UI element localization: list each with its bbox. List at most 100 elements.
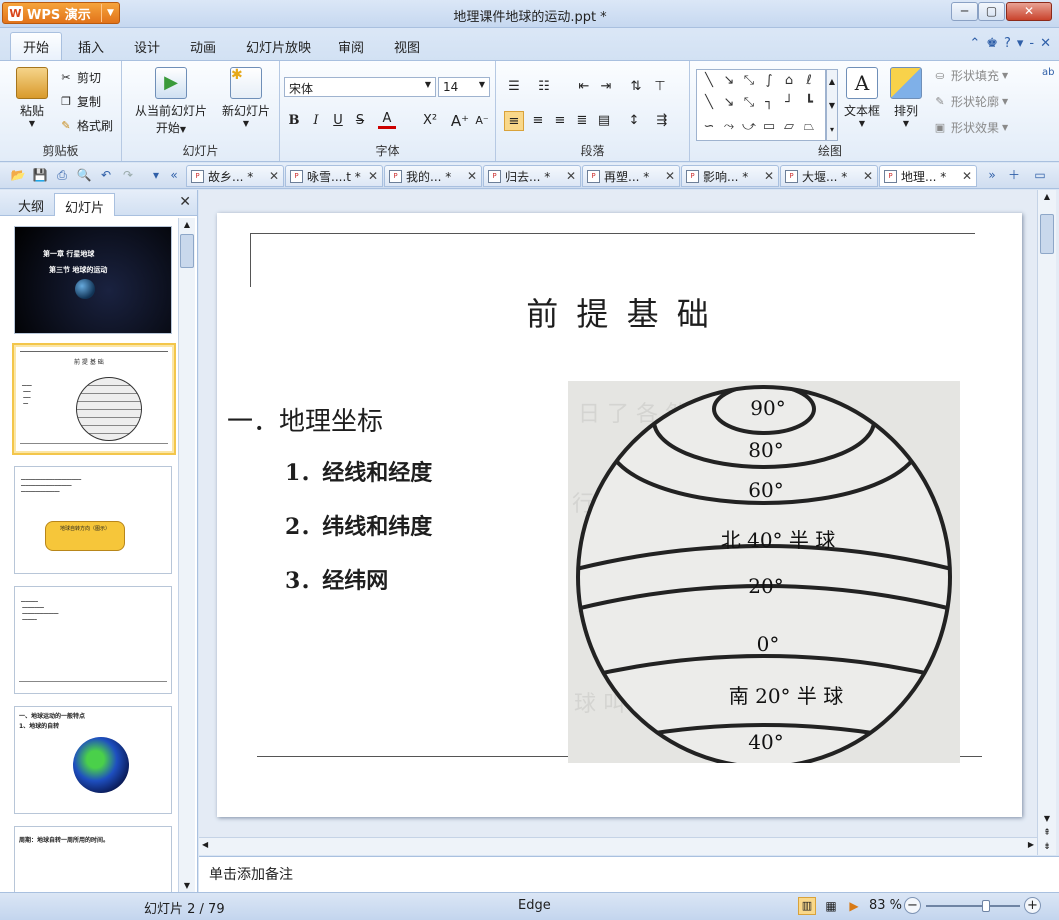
tab-design[interactable]: 设计: [130, 37, 164, 56]
close-tab-icon[interactable]: ✕: [863, 169, 873, 183]
gallery-scroll[interactable]: ▲ ▼ ▾: [826, 69, 838, 141]
align-text-button[interactable]: ⊤: [650, 77, 670, 97]
slide-thumbnail-6[interactable]: 周期：地球自转一周所用的时间。: [14, 826, 172, 892]
bullets-button[interactable]: ☰: [504, 77, 524, 97]
scroll-tabs-right-icon[interactable]: »: [984, 167, 1000, 183]
panel-scrollbar[interactable]: ▲ ▼: [178, 218, 195, 892]
maximize-button[interactable]: ▢: [978, 2, 1005, 21]
new-tab-icon[interactable]: ＋: [1006, 167, 1022, 183]
connector-double-shape-icon[interactable]: ⤡: [741, 96, 757, 110]
next-slide-icon[interactable]: ⇟: [1040, 842, 1054, 852]
scroll-right-icon[interactable]: ▶: [1028, 840, 1034, 849]
paste-button[interactable]: 粘贴 ▼: [12, 67, 52, 128]
close-window-button[interactable]: ✕: [1006, 2, 1052, 21]
scroll-up-icon[interactable]: ▲: [180, 220, 194, 229]
double-arrow-shape-icon[interactable]: ⤡: [741, 74, 757, 88]
scribble-shape-icon[interactable]: ℓ: [801, 74, 817, 88]
close-tab-icon[interactable]: ✕: [665, 169, 675, 183]
help-icon[interactable]: ?: [1004, 36, 1011, 51]
minimize-button[interactable]: ─: [951, 2, 978, 21]
align-left-button[interactable]: ≡: [504, 111, 524, 131]
line-spacing-button[interactable]: ↕: [624, 111, 644, 131]
close-tab-icon[interactable]: ✕: [467, 169, 477, 183]
zoom-slider-thumb[interactable]: [981, 900, 990, 912]
sorter-view-icon[interactable]: ▦: [822, 897, 840, 915]
save-icon[interactable]: 💾: [32, 167, 48, 183]
shapes-gallery[interactable]: ╲ ↘ ⤡ ∫ ⌂ ℓ ╲ ↘ ⤡ ┐ ┘ ┗ ∽ ⤳ ⤻ ▭ ▱ ⏢: [696, 69, 826, 141]
curve-shape-icon[interactable]: ∫: [761, 74, 777, 88]
play-from-current-button[interactable]: ▶ 从当前幻灯片 开始▼: [128, 67, 214, 136]
doc-tab[interactable]: P 影响... * ✕: [681, 165, 779, 187]
decrease-indent-button[interactable]: ⇤: [574, 77, 594, 97]
editor-vertical-scrollbar[interactable]: ▲ ▼ ⇞ ⇟: [1037, 190, 1056, 855]
slide-thumbnail-2[interactable]: 前 提 基 础 ━━━━ ━━━ ━━━ ━━: [12, 343, 176, 455]
doc-tab[interactable]: P 咏雪....t * ✕: [285, 165, 383, 187]
line-shape-icon[interactable]: ╲: [701, 74, 717, 88]
doc-tab[interactable]: P 地理... * ✕: [879, 165, 977, 187]
underline-button[interactable]: U: [328, 111, 348, 131]
scroll-down-icon[interactable]: ▼: [180, 881, 194, 890]
freeform-shape-icon[interactable]: ⌂: [781, 74, 797, 88]
shape-outline-button[interactable]: ✎ 形状轮廓 ▼: [932, 93, 1008, 110]
slide-thumbnail-3[interactable]: ━━━━━━━━━━━━━━━━━━━━━━━━━ ━━━━━━━━━━━━━━━…: [14, 466, 172, 574]
tab-list-icon[interactable]: ▭: [1032, 167, 1048, 183]
close-panel-icon[interactable]: ✕: [179, 194, 191, 210]
app-menu-button[interactable]: W WPS 演示 ▼: [2, 2, 120, 24]
curved-double-shape-icon[interactable]: ⤻: [741, 120, 757, 134]
scroll-down-icon[interactable]: ▼: [1040, 814, 1054, 823]
shrink-font-button[interactable]: A⁻: [472, 111, 492, 131]
slideshow-view-icon[interactable]: ▶: [845, 897, 863, 915]
more-styles-button[interactable]: ab: [1042, 67, 1054, 78]
zoom-in-button[interactable]: +: [1024, 897, 1041, 914]
scroll-left-icon[interactable]: ◀: [202, 840, 208, 849]
tab-insert[interactable]: 插入: [74, 37, 108, 56]
arrow-shape-icon[interactable]: ↘: [721, 74, 737, 88]
strikethrough-button[interactable]: S: [350, 111, 370, 131]
slide-canvas[interactable]: 前 提 基 础 一．地理坐标 1．经线和经度 2．纬线和纬度 3．经纬网 日 了…: [217, 213, 1022, 817]
text-direction-button[interactable]: ⇅: [626, 77, 646, 97]
parallelogram-shape-icon[interactable]: ▱: [781, 120, 797, 134]
close-tab-icon[interactable]: ✕: [764, 169, 774, 183]
scroll-thumb[interactable]: [180, 234, 194, 268]
bullet-item-2[interactable]: 2．纬线和纬度: [285, 509, 432, 541]
tab-slideshow[interactable]: 幻灯片放映: [242, 37, 315, 56]
chevron-down-icon[interactable]: ▾: [1017, 36, 1024, 51]
collapse-icon[interactable]: ⌃: [969, 36, 980, 51]
doc-tab[interactable]: P 大堰... * ✕: [780, 165, 878, 187]
close-tab-icon[interactable]: ✕: [566, 169, 576, 183]
arrange-button[interactable]: 排列 ▼: [886, 67, 926, 128]
doc-tab[interactable]: P 我的... * ✕: [384, 165, 482, 187]
connector-arrow-shape-icon[interactable]: ↘: [721, 96, 737, 110]
elbow-arrow-shape-icon[interactable]: ┘: [781, 96, 797, 110]
tab-view[interactable]: 视图: [390, 37, 424, 56]
trapezoid-shape-icon[interactable]: ⏢: [801, 120, 817, 134]
grow-font-button[interactable]: A⁺: [450, 111, 470, 131]
notes-pane[interactable]: 单击添加备注: [199, 856, 1059, 892]
font-color-button[interactable]: A: [378, 111, 396, 129]
font-name-select[interactable]: 宋体 ▼: [284, 77, 436, 97]
rectangle-shape-icon[interactable]: ▭: [761, 120, 777, 134]
print-preview-icon[interactable]: 🔍: [76, 167, 92, 183]
zoom-slider[interactable]: [926, 900, 1020, 912]
scroll-thumb[interactable]: [1040, 214, 1054, 254]
textbox-button[interactable]: A 文本框 ▼: [840, 67, 884, 128]
close-tab-icon[interactable]: ✕: [368, 169, 378, 183]
globe-image[interactable]: 日 了 各 然 地 有 处 行 分 为 为 合 为 一 球 叫 做 90° 80…: [568, 381, 960, 763]
slide-heading[interactable]: 一．地理坐标: [227, 401, 383, 438]
justify-button[interactable]: ≣: [572, 111, 592, 131]
redo-icon[interactable]: ↷: [120, 167, 136, 183]
doc-tab[interactable]: P 归去... * ✕: [483, 165, 581, 187]
italic-button[interactable]: I: [306, 111, 326, 131]
doc-tab[interactable]: P 故乡... * ✕: [186, 165, 284, 187]
slide-thumbnail-5[interactable]: 一、地球运动的一般特点 1、地球的自转: [14, 706, 172, 814]
font-size-select[interactable]: 14 ▼: [438, 77, 490, 97]
zoom-out-button[interactable]: −: [904, 897, 921, 914]
skin-icon[interactable]: ♚: [986, 36, 998, 51]
elbow-double-shape-icon[interactable]: ┗: [801, 96, 817, 110]
shape-effect-button[interactable]: ▣ 形状效果 ▼: [932, 119, 1008, 136]
prev-slide-icon[interactable]: ⇞: [1040, 828, 1054, 838]
print-icon[interactable]: ⎙: [54, 167, 70, 183]
copy-button[interactable]: ❐ 复制: [58, 93, 101, 110]
cut-button[interactable]: ✂ 剪切: [58, 69, 101, 86]
curved-connector-shape-icon[interactable]: ∽: [701, 120, 717, 134]
